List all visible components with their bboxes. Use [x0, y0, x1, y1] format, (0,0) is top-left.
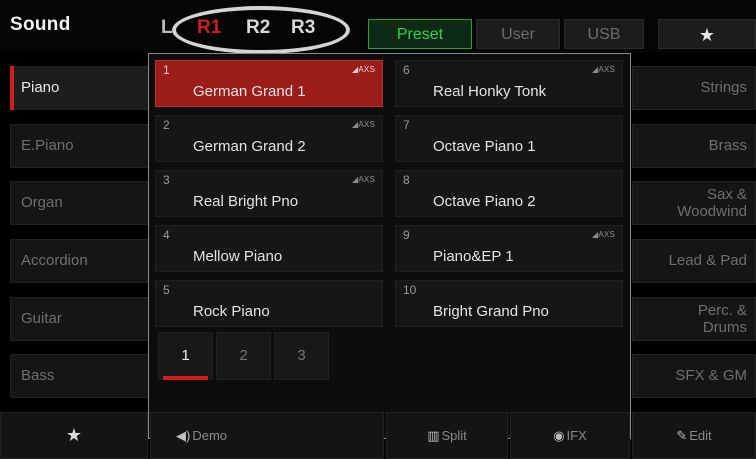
- tab-favorites[interactable]: ★: [658, 19, 756, 49]
- tab-user[interactable]: User: [476, 19, 560, 49]
- voice-name: German Grand 2: [193, 138, 306, 155]
- voice-number: 1: [163, 63, 170, 77]
- category-lead-pad[interactable]: Lead & Pad: [632, 239, 756, 283]
- voice-item-5[interactable]: 5 Rock Piano: [155, 280, 383, 327]
- voice-name: Piano&EP 1: [433, 248, 514, 265]
- category-brass[interactable]: Brass: [632, 124, 756, 168]
- favorite-button[interactable]: ★: [0, 412, 148, 459]
- category-sax-woodwind-label: Sax & Woodwind: [677, 186, 747, 220]
- page-button-2[interactable]: 2: [216, 332, 271, 380]
- voice-item-8[interactable]: 8 Octave Piano 2: [395, 170, 623, 217]
- category-organ[interactable]: Organ: [10, 181, 150, 225]
- page-title: Sound: [10, 14, 71, 35]
- category-sfx-gm[interactable]: SFX & GM: [632, 354, 756, 398]
- category-strings[interactable]: Strings: [632, 66, 756, 110]
- voice-name: Bright Grand Pno: [433, 303, 549, 320]
- category-guitar[interactable]: Guitar: [10, 297, 150, 341]
- voice-item-7[interactable]: 7 Octave Piano 1: [395, 115, 623, 162]
- voice-list-panel: 1 ◢AXS German Grand 1 2 ◢AXS German Gran…: [148, 53, 631, 439]
- star-icon: ★: [698, 25, 716, 45]
- voice-number: 10: [403, 283, 417, 297]
- voice-number: 9: [403, 228, 410, 242]
- part-l-button[interactable]: L: [161, 17, 173, 39]
- keyboard-split-icon: ▥: [427, 428, 440, 443]
- voice-item-9[interactable]: 9 ◢AXS Piano&EP 1: [395, 225, 623, 272]
- ifx-button[interactable]: ◉ IFX: [510, 412, 630, 459]
- voice-name: Rock Piano: [193, 303, 270, 320]
- edit-button[interactable]: ✎ Edit: [632, 412, 756, 459]
- voice-item-3[interactable]: 3 ◢AXS Real Bright Pno: [155, 170, 383, 217]
- voice-number: 8: [403, 173, 410, 187]
- voice-number: 7: [403, 118, 410, 132]
- axs-badge-icon: ◢AXS: [352, 65, 375, 74]
- category-piano[interactable]: Piano: [10, 66, 150, 110]
- category-sax-woodwind[interactable]: Sax & Woodwind: [632, 181, 756, 225]
- voice-number: 5: [163, 283, 170, 297]
- effect-icon: ◉: [553, 428, 565, 443]
- voice-name: Octave Piano 1: [433, 138, 536, 155]
- voice-name: German Grand 1: [193, 83, 306, 100]
- demo-label: Demo: [192, 428, 228, 443]
- tab-usb[interactable]: USB: [564, 19, 644, 49]
- parts-highlight-circle: [172, 6, 350, 54]
- axs-badge-icon: ◢AXS: [352, 175, 375, 184]
- split-button[interactable]: ▥ Split: [386, 412, 508, 459]
- demo-button[interactable]: ◀) Demo: [150, 412, 384, 459]
- voice-number: 6: [403, 63, 410, 77]
- voice-item-2[interactable]: 2 ◢AXS German Grand 2: [155, 115, 383, 162]
- category-perc-drums-label: Perc. & Drums: [697, 302, 747, 336]
- page-button-1[interactable]: 1: [158, 332, 213, 380]
- page-button-3[interactable]: 3: [274, 332, 329, 380]
- voice-item-1[interactable]: 1 ◢AXS German Grand 1: [155, 60, 383, 107]
- ifx-label: IFX: [566, 428, 587, 443]
- edit-icon: ✎: [676, 428, 688, 443]
- edit-label: Edit: [689, 428, 712, 443]
- voice-name: Octave Piano 2: [433, 193, 536, 210]
- header-bar: Sound L R1 R2 R3 Preset User USB ★: [0, 0, 756, 54]
- voice-number: 2: [163, 118, 170, 132]
- star-outline-icon: ★: [65, 425, 83, 445]
- voice-item-4[interactable]: 4 Mellow Piano: [155, 225, 383, 272]
- voice-number: 3: [163, 173, 170, 187]
- category-epiano[interactable]: E.Piano: [10, 124, 150, 168]
- axs-badge-icon: ◢AXS: [352, 120, 375, 129]
- category-bass[interactable]: Bass: [10, 354, 150, 398]
- split-label: Split: [441, 428, 467, 443]
- category-perc-drums[interactable]: Perc. & Drums: [632, 297, 756, 341]
- voice-name: Real Bright Pno: [193, 193, 299, 210]
- voice-item-6[interactable]: 6 ◢AXS Real Honky Tonk: [395, 60, 623, 107]
- axs-badge-icon: ◢AXS: [592, 230, 615, 239]
- voice-name: Real Honky Tonk: [433, 83, 547, 100]
- voice-number: 4: [163, 228, 170, 242]
- speaker-icon: ◀): [176, 428, 191, 443]
- category-accordion[interactable]: Accordion: [10, 239, 150, 283]
- voice-item-10[interactable]: 10 Bright Grand Pno: [395, 280, 623, 327]
- voice-name: Mellow Piano: [193, 248, 283, 265]
- tab-preset[interactable]: Preset: [368, 19, 472, 49]
- axs-badge-icon: ◢AXS: [592, 65, 615, 74]
